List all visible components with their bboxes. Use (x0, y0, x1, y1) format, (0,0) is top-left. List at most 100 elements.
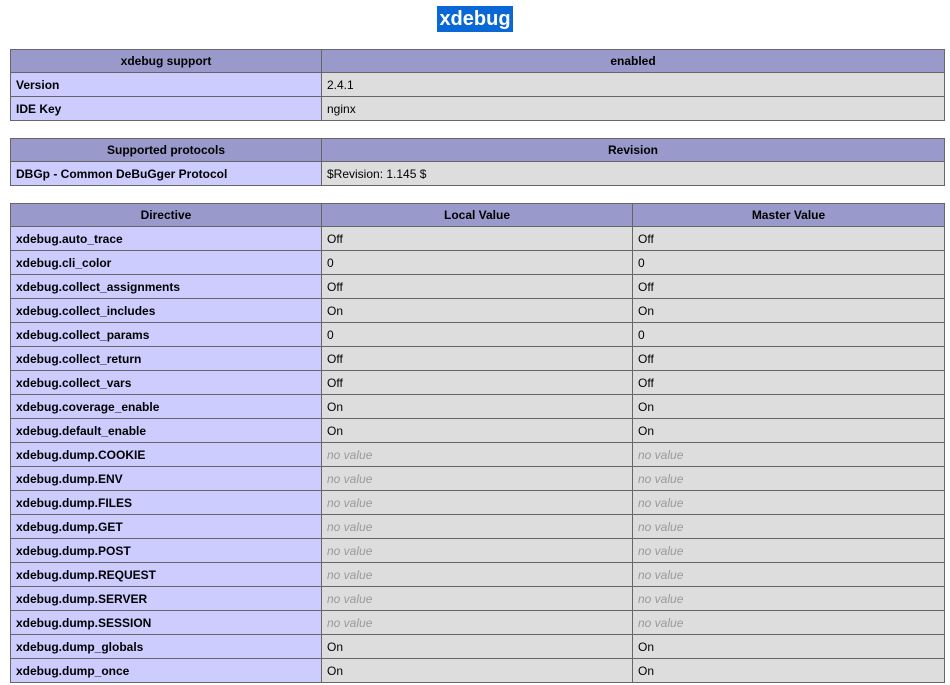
column-header-revision: Revision (321, 138, 945, 162)
directive-name-cell: xdebug.dump.ENV (10, 466, 322, 491)
local-value-cell: no value (321, 610, 633, 635)
table-row: xdebug.dump.ENV no value no value (10, 466, 945, 491)
local-value-cell: On (321, 418, 633, 443)
table-header-row: Directive Local Value Master Value (10, 203, 945, 227)
directives-table: Directive Local Value Master Value xdebu… (10, 203, 945, 683)
local-value-cell: 0 (321, 322, 633, 347)
table-row: xdebug.dump.SERVER no value no value (10, 586, 945, 611)
table-row: xdebug.collect_params 0 0 (10, 322, 945, 347)
master-value-cell: Off (632, 370, 945, 395)
directive-name-cell: xdebug.collect_includes (10, 298, 322, 323)
local-value-cell: no value (321, 538, 633, 563)
table-row: xdebug.cli_color 0 0 (10, 250, 945, 275)
master-value-cell: no value (632, 562, 945, 587)
column-header-enabled: enabled (321, 49, 945, 73)
protocol-revision-cell: $Revision: 1.145 $ (321, 161, 945, 186)
no-value-text: no value (327, 519, 373, 534)
master-value-cell: 0 (632, 250, 945, 275)
local-value-cell: 0 (321, 250, 633, 275)
table-row: xdebug.collect_assignments Off Off (10, 274, 945, 299)
directive-name-cell: xdebug.dump.POST (10, 538, 322, 563)
setting-name-cell: IDE Key (10, 96, 322, 121)
directive-name-cell: xdebug.collect_return (10, 346, 322, 371)
protocol-name-cell: DBGp - Common DeBuGger Protocol (10, 161, 322, 186)
directive-name-cell: xdebug.dump.COOKIE (10, 442, 322, 467)
master-value-cell: On (632, 658, 945, 683)
local-value-cell: On (321, 658, 633, 683)
local-value-cell: Off (321, 370, 633, 395)
table-row: Version 2.4.1 (10, 72, 945, 97)
master-value-cell: no value (632, 538, 945, 563)
directive-name-cell: xdebug.collect_vars (10, 370, 322, 395)
column-header-master-value: Master Value (632, 203, 945, 227)
directive-name-cell: xdebug.dump.SESSION (10, 610, 322, 635)
master-value-cell: Off (632, 226, 945, 251)
directive-name-cell: xdebug.auto_trace (10, 226, 322, 251)
setting-value-cell: 2.4.1 (321, 72, 945, 97)
local-value-cell: no value (321, 490, 633, 515)
table-row: xdebug.collect_includes On On (10, 298, 945, 323)
no-value-text: no value (327, 471, 373, 486)
master-value-cell: no value (632, 610, 945, 635)
no-value-text: no value (638, 567, 684, 582)
master-value-cell: no value (632, 586, 945, 611)
master-value-cell: Off (632, 274, 945, 299)
master-value-cell: no value (632, 466, 945, 491)
table-row: DBGp - Common DeBuGger Protocol $Revisio… (10, 161, 945, 186)
no-value-text: no value (327, 447, 373, 462)
directive-name-cell: xdebug.coverage_enable (10, 394, 322, 419)
no-value-text: no value (327, 495, 373, 510)
local-value-cell: no value (321, 442, 633, 467)
directive-name-cell: xdebug.dump.SERVER (10, 586, 322, 611)
master-value-cell: no value (632, 514, 945, 539)
table-row: xdebug.coverage_enable On On (10, 394, 945, 419)
master-value-cell: On (632, 298, 945, 323)
table-row: IDE Key nginx (10, 96, 945, 121)
setting-value-cell: nginx (321, 96, 945, 121)
page-title[interactable]: xdebug (437, 6, 513, 32)
local-value-cell: On (321, 298, 633, 323)
no-value-text: no value (638, 591, 684, 606)
directives-table-body: xdebug.auto_trace Off Off xdebug.cli_color 0… (10, 226, 945, 683)
xdebug-support-table: xdebug support enabled Version 2.4.1 IDE… (10, 49, 945, 121)
local-value-cell: Off (321, 274, 633, 299)
column-header-directive: Directive (10, 203, 322, 227)
table-row: xdebug.auto_trace Off Off (10, 226, 945, 251)
directive-name-cell: xdebug.cli_color (10, 250, 322, 275)
no-value-text: no value (327, 567, 373, 582)
local-value-cell: no value (321, 466, 633, 491)
column-header-supported-protocols: Supported protocols (10, 138, 322, 162)
table-row: xdebug.dump.COOKIE no value no value (10, 442, 945, 467)
table-row: xdebug.dump_globals On On (10, 634, 945, 659)
local-value-cell: Off (321, 346, 633, 371)
table-header-row: Supported protocols Revision (10, 138, 945, 162)
master-value-cell: On (632, 418, 945, 443)
no-value-text: no value (327, 615, 373, 630)
directive-name-cell: xdebug.collect_assignments (10, 274, 322, 299)
supported-protocols-table: Supported protocols Revision DBGp - Comm… (10, 138, 945, 186)
local-value-cell: no value (321, 514, 633, 539)
master-value-cell: 0 (632, 322, 945, 347)
column-header-local-value: Local Value (321, 203, 633, 227)
master-value-cell: no value (632, 442, 945, 467)
table-row: xdebug.dump.SESSION no value no value (10, 610, 945, 635)
no-value-text: no value (638, 495, 684, 510)
master-value-cell: On (632, 634, 945, 659)
table-header-row: xdebug support enabled (10, 49, 945, 73)
page-title-container: xdebug (0, 6, 950, 32)
table-row: xdebug.default_enable On On (10, 418, 945, 443)
table-row: xdebug.dump.REQUEST no value no value (10, 562, 945, 587)
directive-name-cell: xdebug.dump.GET (10, 514, 322, 539)
local-value-cell: Off (321, 226, 633, 251)
master-value-cell: On (632, 394, 945, 419)
local-value-cell: no value (321, 586, 633, 611)
table-row: xdebug.collect_vars Off Off (10, 370, 945, 395)
setting-name-cell: Version (10, 72, 322, 97)
directive-name-cell: xdebug.dump_globals (10, 634, 322, 659)
no-value-text: no value (638, 615, 684, 630)
no-value-text: no value (327, 591, 373, 606)
directive-name-cell: xdebug.default_enable (10, 418, 322, 443)
no-value-text: no value (638, 447, 684, 462)
no-value-text: no value (638, 519, 684, 534)
table-row: xdebug.dump.FILES no value no value (10, 490, 945, 515)
